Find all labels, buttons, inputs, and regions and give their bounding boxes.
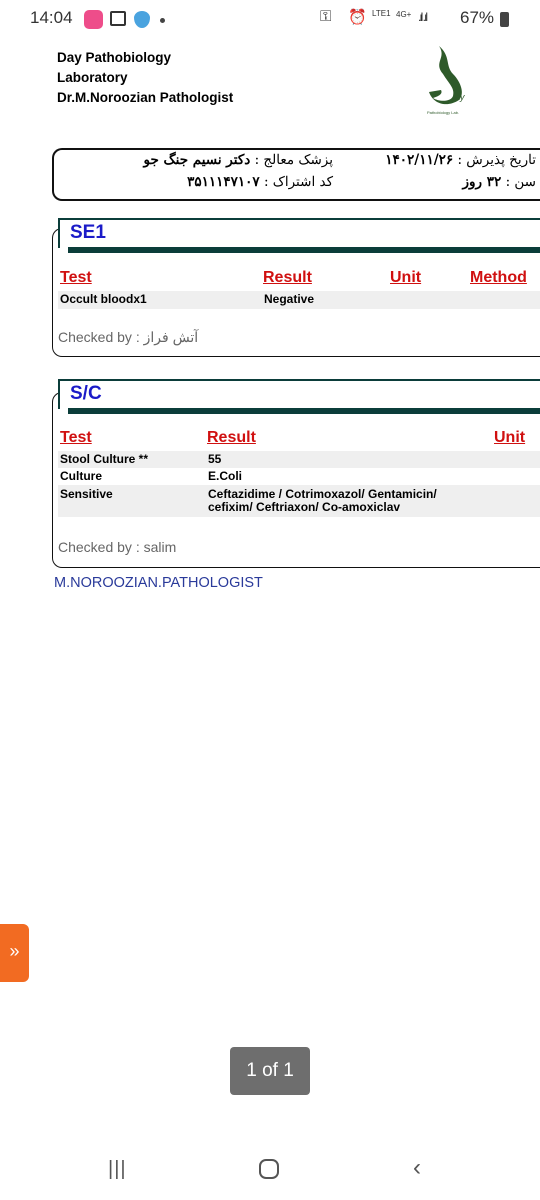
table-row: Culture E.Coli — [58, 468, 540, 485]
age-field: سن : ۳۲ روز — [462, 174, 536, 190]
navigation-bar: ||| ‹ — [0, 1150, 540, 1190]
side-panel-toggle-button[interactable]: » — [0, 924, 29, 982]
home-button[interactable] — [259, 1159, 279, 1179]
test-result: E.Coli — [208, 469, 243, 483]
column-header-method: Method — [470, 269, 527, 286]
column-header-test: Test — [60, 429, 92, 446]
test-result: Negative — [264, 292, 315, 306]
section-bar — [68, 408, 540, 414]
recent-apps-button[interactable]: ||| — [108, 1158, 127, 1181]
column-header-result: Result — [263, 269, 312, 286]
lab-header: Day Pathobiology Laboratory Dr.M.Noroozi… — [57, 48, 233, 108]
column-header-unit: Unit — [494, 429, 526, 446]
battery-percent: 67% — [460, 8, 495, 27]
lab-name: Day Pathobiology — [57, 50, 172, 65]
battery-icon — [500, 12, 509, 27]
status-bar: 14:04 ⚿ ⏰ LTE1 4G+ .ıl .ıl 67% — [0, 8, 540, 34]
volte-indicator: LTE1 — [372, 9, 391, 18]
test-name: Stool Culture ** — [60, 452, 149, 466]
network-type: 4G+ — [396, 10, 412, 19]
table-row: Sensitive Ceftazidime / Cotrimoxazol/ Ge… — [58, 485, 540, 517]
test-result-line2: cefixim/ Ceftriaxon/ Co-amoxiclav — [208, 500, 401, 514]
column-header-unit: Unit — [390, 269, 422, 286]
lab-name-2: Laboratory — [57, 70, 128, 85]
checked-by: Checked by : salim — [58, 539, 177, 555]
checked-by: Checked by : آتش فراز — [58, 329, 199, 345]
section-title: S/C — [58, 379, 540, 409]
notification-dot-icon — [160, 18, 165, 23]
admission-date-field: تاریخ پذیرش : ۱۴۰۲/۱۱/۲۶ — [385, 152, 536, 168]
shield-app-icon — [84, 10, 103, 29]
security-app-icon — [134, 11, 150, 28]
test-name: Occult bloodx1 — [60, 292, 147, 306]
clock: 14:04 — [30, 8, 73, 27]
subscription-code-field: کد اشتراک : ۳۵۱۱۱۴۷۱۰۷ — [187, 174, 333, 190]
pathologist-name: Dr.M.Noroozian Pathologist — [57, 90, 234, 105]
svg-text:ay: ay — [455, 92, 465, 102]
table-row: Occult bloodx1 Negative — [58, 291, 540, 309]
lab-logo: ay Pathobiology Lab. — [427, 46, 465, 115]
back-button[interactable]: ‹ — [413, 1154, 421, 1182]
signal-icon: .ıl .ıl — [418, 10, 428, 24]
svg-text:Pathobiology Lab.: Pathobiology Lab. — [427, 110, 459, 115]
test-name: Sensitive — [60, 487, 113, 501]
test-result: 55 — [208, 452, 222, 466]
vpn-key-icon: ⚿ — [320, 8, 332, 25]
gallery-icon — [110, 11, 126, 26]
section-bar — [68, 247, 540, 253]
doctor-field: پزشک معالج : دکتر نسیم جنگ جو — [143, 152, 333, 168]
section-title: SE1 — [58, 218, 540, 248]
test-name: Culture — [60, 469, 102, 483]
page-indicator: 1 of 1 — [230, 1047, 310, 1095]
alarm-icon: ⏰ — [348, 9, 367, 26]
column-header-result: Result — [207, 429, 256, 446]
column-header-test: Test — [60, 269, 92, 286]
table-row: Stool Culture ** 55 — [58, 451, 540, 468]
pathologist-signature: M.NOROOZIAN.PATHOLOGIST — [54, 575, 263, 591]
